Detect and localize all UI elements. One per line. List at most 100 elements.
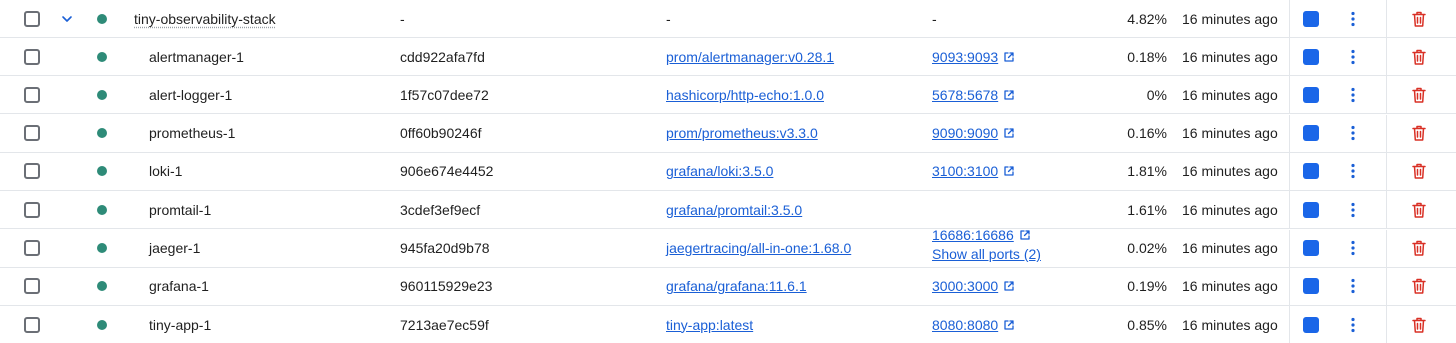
table-row[interactable]: alertmanager-1 cdd922afa7fd prom/alertma… xyxy=(0,38,1456,76)
port-link[interactable]: 9093:9093 xyxy=(932,49,998,65)
kebab-menu-icon[interactable] xyxy=(1345,48,1361,66)
image-link[interactable]: grafana/loki:3.5.0 xyxy=(666,163,773,179)
chevron-down-icon[interactable] xyxy=(60,12,74,26)
cpu-usage: 0.18% xyxy=(1127,48,1167,65)
stop-icon[interactable] xyxy=(1303,86,1319,103)
last-started: 16 minutes ago xyxy=(1182,125,1278,142)
container-name[interactable]: loki-1 xyxy=(149,163,182,179)
container-name[interactable]: promtail-1 xyxy=(149,202,211,218)
stop-icon[interactable] xyxy=(1303,10,1319,27)
kebab-menu-icon[interactable] xyxy=(1345,201,1361,219)
last-started: 16 minutes ago xyxy=(1182,316,1278,333)
port-link[interactable]: 5678:5678 xyxy=(932,87,998,103)
trash-icon[interactable] xyxy=(1410,162,1428,180)
last-started: 16 minutes ago xyxy=(1182,10,1278,27)
container-name[interactable]: tiny-app-1 xyxy=(149,317,211,333)
port-link[interactable]: 3000:3000 xyxy=(932,278,998,294)
stop-icon[interactable] xyxy=(1303,316,1319,333)
divider xyxy=(1289,76,1290,115)
external-link-icon[interactable] xyxy=(1003,319,1015,331)
image-link[interactable]: grafana/promtail:3.5.0 xyxy=(666,202,802,218)
trash-icon[interactable] xyxy=(1410,10,1428,28)
trash-icon[interactable] xyxy=(1410,48,1428,66)
image-link[interactable]: tiny-app:latest xyxy=(666,317,753,333)
port-link[interactable]: 16686:16686 xyxy=(932,227,1014,243)
external-link-icon[interactable] xyxy=(1003,165,1015,177)
image-link[interactable]: grafana/grafana:11.6.1 xyxy=(666,278,807,294)
trash-icon[interactable] xyxy=(1410,239,1428,257)
stop-icon[interactable] xyxy=(1303,125,1319,142)
trash-icon[interactable] xyxy=(1410,316,1428,334)
external-link-icon[interactable] xyxy=(1003,89,1015,101)
divider xyxy=(1289,114,1290,153)
container-name[interactable]: alertmanager-1 xyxy=(149,49,244,65)
show-all-ports-link[interactable]: Show all ports (2) xyxy=(932,246,1041,262)
stop-icon[interactable] xyxy=(1303,48,1319,65)
container-id: 3cdef3ef9ecf xyxy=(400,201,481,218)
divider xyxy=(1386,38,1387,76)
table-row[interactable]: alert-logger-1 1f57c07dee72 hashicorp/ht… xyxy=(0,76,1456,115)
port-link[interactable]: 8080:8080 xyxy=(932,317,998,333)
row-checkbox[interactable] xyxy=(24,86,40,103)
kebab-menu-icon[interactable] xyxy=(1345,277,1361,295)
image-link[interactable]: hashicorp/http-echo:1.0.0 xyxy=(666,87,824,103)
status-dot xyxy=(97,204,107,215)
image-link: - xyxy=(666,10,671,27)
table-row[interactable]: promtail-1 3cdef3ef9ecf grafana/promtail… xyxy=(0,191,1456,230)
kebab-menu-icon[interactable] xyxy=(1345,162,1361,180)
last-started: 16 minutes ago xyxy=(1182,240,1278,256)
divider xyxy=(1386,191,1387,230)
table-row[interactable]: jaeger-1 945fa20d9b78 jaegertracing/all-… xyxy=(0,227,1456,268)
row-checkbox[interactable] xyxy=(24,240,40,256)
kebab-menu-icon[interactable] xyxy=(1345,239,1361,257)
kebab-menu-icon[interactable] xyxy=(1345,316,1361,334)
stop-icon[interactable] xyxy=(1303,163,1319,180)
external-link-icon[interactable] xyxy=(1003,280,1015,292)
external-link-icon[interactable] xyxy=(1019,229,1031,241)
table-row[interactable]: prometheus-1 0ff60b90246f prom/prometheu… xyxy=(0,114,1456,153)
container-id: 960115929e23 xyxy=(400,278,493,295)
divider xyxy=(1386,229,1387,268)
container-id: 906e674e4452 xyxy=(400,163,494,180)
port-cell: 3100:3100 xyxy=(932,163,1015,179)
kebab-menu-icon[interactable] xyxy=(1345,10,1361,28)
external-link-icon[interactable] xyxy=(1003,127,1015,139)
container-name[interactable]: grafana-1 xyxy=(149,278,209,294)
kebab-menu-icon[interactable] xyxy=(1345,86,1361,104)
port-cell: 9090:9090 xyxy=(932,125,1015,141)
container-name[interactable]: alert-logger-1 xyxy=(149,87,232,103)
trash-icon[interactable] xyxy=(1410,124,1428,142)
row-checkbox[interactable] xyxy=(24,316,40,333)
port-link[interactable]: 3100:3100 xyxy=(932,163,998,179)
row-checkbox[interactable] xyxy=(24,125,40,142)
stop-icon[interactable] xyxy=(1303,201,1319,218)
divider xyxy=(1386,152,1387,191)
image-link[interactable]: prom/prometheus:v3.3.0 xyxy=(666,125,818,141)
stop-icon[interactable] xyxy=(1303,278,1319,295)
group-name[interactable]: tiny-observability-stack xyxy=(134,11,276,27)
row-checkbox[interactable] xyxy=(24,278,40,295)
stop-icon[interactable] xyxy=(1303,240,1319,256)
port-link[interactable]: 9090:9090 xyxy=(932,125,998,141)
table-row-group[interactable]: tiny-observability-stack - - - 4.82% 16 … xyxy=(0,0,1456,38)
trash-icon[interactable] xyxy=(1410,201,1428,219)
kebab-menu-icon[interactable] xyxy=(1345,124,1361,142)
container-name[interactable]: prometheus-1 xyxy=(149,125,235,141)
trash-icon[interactable] xyxy=(1410,277,1428,295)
table-row[interactable]: grafana-1 960115929e23 grafana/grafana:1… xyxy=(0,267,1456,306)
row-checkbox[interactable] xyxy=(24,48,40,65)
row-checkbox[interactable] xyxy=(24,163,40,180)
container-name[interactable]: jaeger-1 xyxy=(149,240,200,256)
image-link[interactable]: jaegertracing/all-in-one:1.68.0 xyxy=(666,240,851,256)
divider xyxy=(1289,191,1290,230)
row-checkbox[interactable] xyxy=(24,10,40,27)
divider xyxy=(1386,0,1387,38)
external-link-icon[interactable] xyxy=(1003,51,1015,63)
table-row[interactable]: loki-1 906e674e4452 grafana/loki:3.5.0 3… xyxy=(0,152,1456,191)
container-id: - xyxy=(400,10,405,27)
row-checkbox[interactable] xyxy=(24,201,40,218)
trash-icon[interactable] xyxy=(1410,86,1428,104)
table-row[interactable]: tiny-app-1 7213ae7ec59f tiny-app:latest … xyxy=(0,306,1456,343)
divider xyxy=(1386,114,1387,153)
image-link[interactable]: prom/alertmanager:v0.28.1 xyxy=(666,49,834,65)
